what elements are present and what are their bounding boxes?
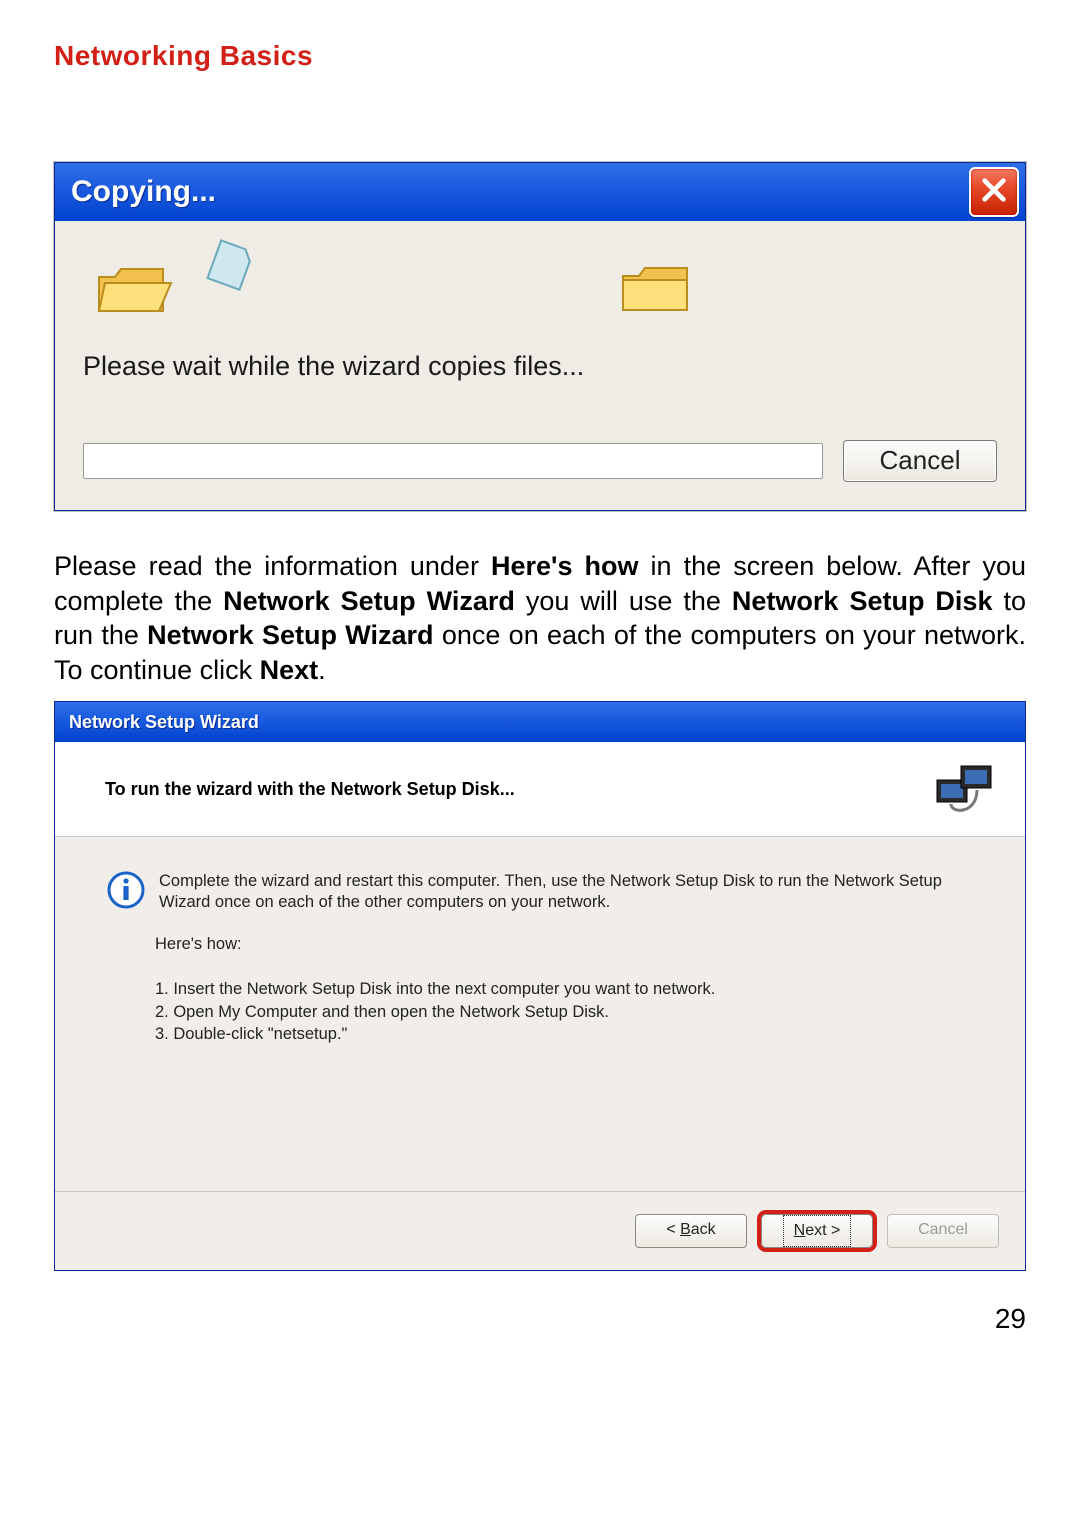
info-row: Complete the wizard and restart this com…	[107, 871, 973, 913]
copying-dialog: Copying...	[54, 162, 1026, 511]
copying-titlebar: Copying...	[55, 163, 1025, 221]
next-button[interactable]: Next >	[761, 1214, 873, 1248]
cancel-button[interactable]: Cancel	[843, 440, 997, 482]
instruction-paragraph: Please read the information under Here's…	[54, 549, 1026, 687]
para-text: Please read the information under	[54, 551, 491, 581]
progress-bar	[83, 443, 823, 479]
para-bold: Network Setup Disk	[732, 586, 993, 616]
wizard-dialog: Network Setup Wizard To run the wizard w…	[54, 701, 1026, 1271]
heres-how-label: Here's how:	[155, 935, 973, 954]
wizard-header-text: To run the wizard with the Network Setup…	[105, 779, 515, 800]
para-text: you will use the	[515, 586, 732, 616]
close-icon	[980, 176, 1008, 209]
copy-animation	[83, 245, 997, 335]
copying-title-text: Copying...	[71, 175, 216, 209]
close-button[interactable]	[969, 167, 1019, 217]
list-item: 1. Insert the Network Setup Disk into th…	[155, 978, 973, 1000]
wizard-header: To run the wizard with the Network Setup…	[55, 742, 1025, 837]
para-text: .	[318, 655, 326, 685]
wizard-body: Complete the wizard and restart this com…	[55, 837, 1025, 1191]
page-title: Networking Basics	[54, 40, 1026, 72]
wizard-title-text: Network Setup Wizard	[69, 712, 259, 733]
list-item: 2. Open My Computer and then open the Ne…	[155, 1001, 973, 1023]
back-rest: ack	[691, 1221, 716, 1238]
back-underline: B	[680, 1221, 691, 1238]
info-text: Complete the wizard and restart this com…	[159, 871, 973, 913]
para-bold: Next	[260, 655, 319, 685]
wizard-titlebar: Network Setup Wizard	[55, 702, 1025, 742]
copying-message: Please wait while the wizard copies file…	[83, 351, 997, 382]
next-rest: ext >	[805, 1222, 840, 1239]
list-item: 3. Double-click "netsetup."	[155, 1023, 973, 1045]
next-inner: Next >	[783, 1215, 852, 1247]
copying-body: Please wait while the wizard copies file…	[55, 221, 1025, 510]
cancel-button-wizard: Cancel	[887, 1214, 999, 1248]
info-icon	[107, 871, 145, 909]
document-flying-icon	[203, 239, 257, 298]
back-prefix: <	[666, 1221, 680, 1238]
back-button[interactable]: < Back	[635, 1214, 747, 1248]
folder-open-icon	[93, 253, 177, 328]
wizard-footer: < Back Next > Cancel	[55, 1191, 1025, 1270]
folder-closed-icon	[617, 256, 693, 325]
para-bold: Here's how	[491, 551, 639, 581]
network-computers-icon	[933, 760, 997, 818]
copying-bottom-row: Cancel	[83, 440, 997, 482]
para-bold: Network Setup Wizard	[223, 586, 515, 616]
page-number: 29	[54, 1303, 1026, 1335]
steps-list: 1. Insert the Network Setup Disk into th…	[155, 978, 973, 1045]
next-underline: N	[794, 1222, 806, 1239]
para-bold: Network Setup Wizard	[147, 620, 433, 650]
